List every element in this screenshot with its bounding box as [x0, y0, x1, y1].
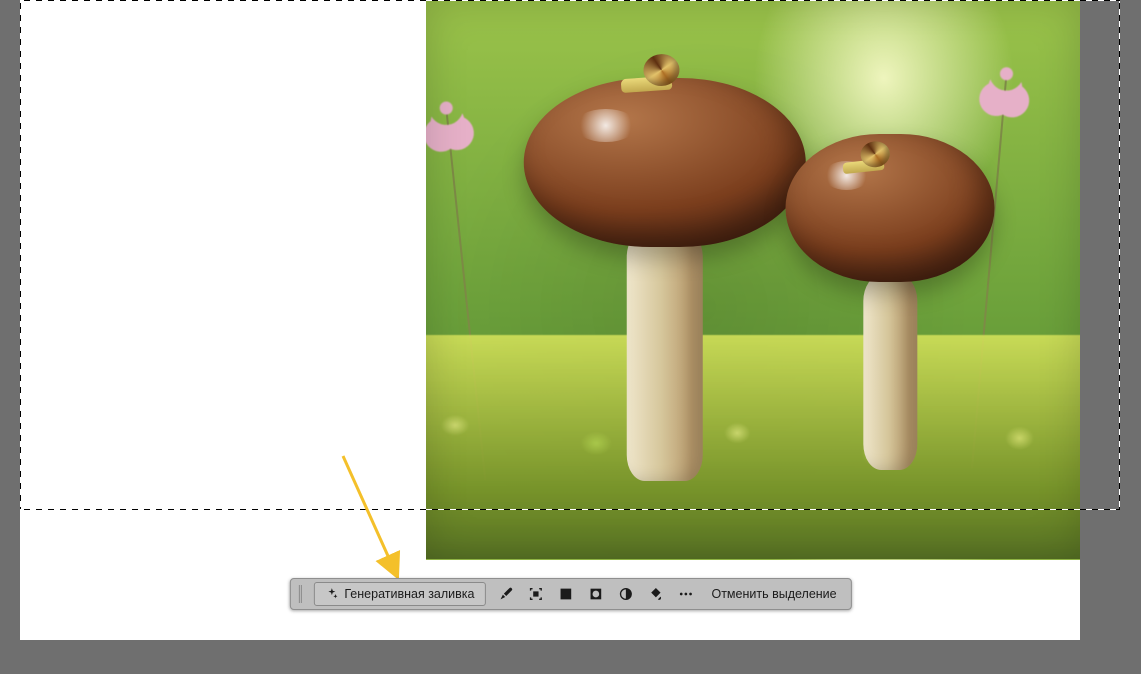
- remove-background-button[interactable]: [555, 584, 575, 604]
- mask-button[interactable]: [585, 584, 605, 604]
- select-subject-button[interactable]: [525, 584, 545, 604]
- sparkle-icon: [324, 587, 338, 601]
- more-button[interactable]: [675, 584, 695, 604]
- brush-tool-button[interactable]: [495, 584, 515, 604]
- mask-icon: [587, 586, 603, 602]
- decoration: [779, 134, 1001, 469]
- decoration: [619, 53, 681, 93]
- document-image[interactable]: [426, 0, 1080, 560]
- generative-fill-button[interactable]: Генеративная заливка: [313, 582, 485, 606]
- drag-handle-icon[interactable]: [298, 585, 301, 603]
- decoration: [841, 140, 892, 174]
- adjust-button[interactable]: [615, 584, 635, 604]
- deselect-button[interactable]: Отменить выделение: [705, 587, 842, 601]
- remove-bg-icon: [557, 586, 573, 602]
- deselect-label: Отменить выделение: [711, 587, 836, 601]
- generative-fill-label: Генеративная заливка: [344, 587, 474, 601]
- more-icon: [677, 586, 693, 602]
- decoration: [518, 78, 812, 480]
- fill-icon: [647, 586, 663, 602]
- select-subject-icon: [527, 586, 543, 602]
- fill-button[interactable]: [645, 584, 665, 604]
- editor-workspace: Генеративная заливка Отменить выделение: [20, 0, 1121, 654]
- adjust-icon: [617, 586, 633, 602]
- brush-icon: [497, 586, 513, 602]
- contextual-task-bar: Генеративная заливка Отменить выделение: [289, 578, 851, 610]
